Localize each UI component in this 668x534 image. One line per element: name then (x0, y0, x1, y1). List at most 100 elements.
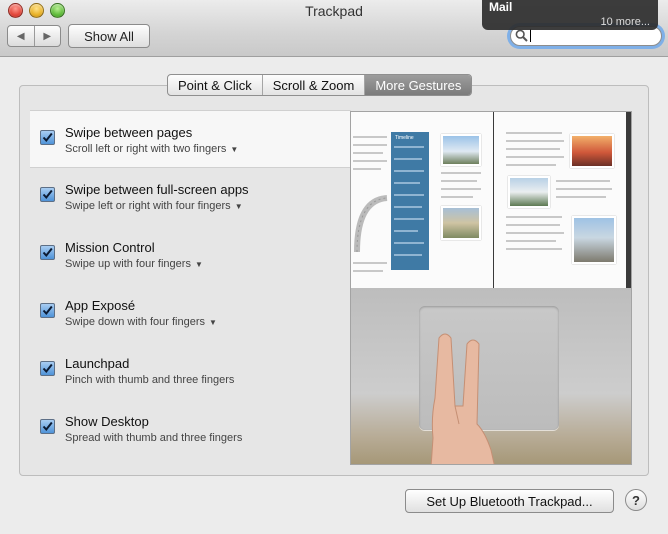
preview-book-pages: Timeline (351, 112, 631, 288)
checkmark-icon (42, 189, 53, 200)
popup-arrow-icon[interactable]: ▼ (235, 202, 243, 211)
gesture-subtitle: Scroll left or right with two fingers (65, 143, 227, 155)
show-all-button[interactable]: Show All (68, 24, 150, 48)
timeline-heading: Timeline (395, 135, 414, 141)
text-line (353, 136, 387, 138)
checkbox-swipe-between-full-screen-apps[interactable] (40, 187, 55, 202)
gesture-list: Swipe between pages Scroll left or right… (30, 110, 371, 458)
gesture-title: Swipe between full-screen apps (65, 182, 249, 197)
bridge-photo (441, 134, 481, 166)
text-line (394, 158, 422, 160)
gesture-title: Launchpad (65, 356, 130, 371)
gesture-title: App Exposé (65, 298, 136, 313)
preview-right-page (494, 112, 626, 288)
text-line (441, 188, 481, 190)
gesture-preview: Timeline (350, 111, 632, 465)
hand-fingers-illustration (430, 333, 495, 464)
tab-bar: Point & Click Scroll & Zoom More Gesture… (167, 74, 473, 96)
text-line (506, 140, 564, 142)
gesture-launchpad[interactable]: Launchpad Pinch with thumb and three fin… (30, 342, 350, 400)
gesture-subtitle-row: Scroll left or right with two fingers ▼ (65, 143, 350, 155)
gesture-swipe-between-pages[interactable]: Swipe between pages Scroll left or right… (30, 110, 371, 168)
tab-point-and-click[interactable]: Point & Click (168, 75, 263, 95)
arch-diagram (354, 195, 388, 253)
back-forward-control: ◀ ▶ (7, 25, 61, 47)
text-line (353, 262, 387, 264)
preview-left-page: Timeline (351, 112, 493, 288)
checkbox-swipe-between-pages[interactable] (40, 130, 55, 145)
setup-bluetooth-trackpad-button[interactable]: Set Up Bluetooth Trackpad... (405, 489, 614, 513)
gesture-mission-control[interactable]: Mission Control Swipe up with four finge… (30, 226, 350, 284)
text-line (394, 230, 418, 232)
gesture-title: Mission Control (65, 240, 155, 255)
search-icon (515, 29, 528, 47)
checkbox-app-expose[interactable] (40, 303, 55, 318)
text-line (394, 146, 424, 148)
text-line (506, 216, 562, 218)
forward-button[interactable]: ▶ (35, 26, 61, 46)
checkbox-show-desktop[interactable] (40, 419, 55, 434)
text-line (394, 170, 424, 172)
text-line (506, 164, 556, 166)
gesture-show-desktop[interactable]: Show Desktop Spread with thumb and three… (30, 400, 350, 458)
checkmark-icon (42, 305, 53, 316)
gesture-app-expose[interactable]: App Exposé Swipe down with four fingers ▼ (30, 284, 350, 342)
notification-more-link[interactable]: 10 more... (600, 16, 650, 28)
text-line (394, 218, 424, 220)
preview-trackpad-area (351, 288, 631, 464)
text-line (394, 254, 422, 256)
back-icon: ◀ (16, 30, 25, 42)
text-line (506, 156, 564, 158)
text-line (394, 194, 424, 196)
checkmark-icon (42, 363, 53, 374)
bridge-photo (570, 134, 614, 168)
text-caret (530, 29, 531, 42)
gesture-subtitle: Swipe down with four fingers (65, 316, 206, 328)
popup-arrow-icon[interactable]: ▼ (209, 318, 217, 327)
help-button[interactable]: ? (625, 489, 647, 511)
timeline-sidebar (391, 132, 429, 270)
text-line (441, 172, 481, 174)
gesture-subtitle: Spread with thumb and three fingers (65, 432, 243, 444)
popup-arrow-icon[interactable]: ▼ (230, 145, 238, 154)
gesture-subtitle: Swipe up with four fingers (65, 258, 191, 270)
bridge-photo (508, 176, 550, 208)
text-line (353, 160, 387, 162)
text-line (506, 232, 564, 234)
gesture-subtitle-row: Swipe down with four fingers ▼ (65, 316, 350, 328)
text-line (441, 196, 473, 198)
text-line (353, 270, 383, 272)
text-line (353, 152, 383, 154)
back-button[interactable]: ◀ (8, 26, 35, 46)
gesture-subtitle-row: Swipe left or right with four fingers ▼ (65, 200, 350, 212)
text-line (441, 180, 477, 182)
tab-scroll-and-zoom[interactable]: Scroll & Zoom (263, 75, 366, 95)
text-line (556, 196, 606, 198)
text-line (506, 148, 560, 150)
checkbox-mission-control[interactable] (40, 245, 55, 260)
text-line (506, 224, 560, 226)
popup-arrow-icon[interactable]: ▼ (195, 260, 203, 269)
text-line (353, 144, 387, 146)
forward-icon: ▶ (43, 30, 52, 42)
checkmark-icon (42, 132, 53, 143)
gesture-subtitle: Swipe left or right with four fingers (65, 200, 231, 212)
tab-more-gestures[interactable]: More Gestures (365, 75, 472, 95)
text-line (506, 248, 562, 250)
text-line (556, 188, 612, 190)
checkmark-icon (42, 247, 53, 258)
bridge-photo (441, 206, 481, 240)
mail-notification[interactable]: Mail 10 more... (482, 0, 658, 30)
notification-app-name: Mail (489, 0, 513, 14)
text-line (506, 240, 556, 242)
gesture-subtitle-row: Swipe up with four fingers ▼ (65, 258, 350, 270)
tower-bridge-photo (572, 216, 616, 264)
checkbox-launchpad[interactable] (40, 361, 55, 376)
checkmark-icon (42, 421, 53, 432)
gesture-subtitle: Pinch with thumb and three fingers (65, 374, 235, 386)
gesture-title: Show Desktop (65, 414, 149, 429)
text-line (353, 168, 381, 170)
gesture-swipe-between-full-screen-apps[interactable]: Swipe between full-screen apps Swipe lef… (30, 168, 350, 226)
text-line (394, 206, 422, 208)
text-line (506, 132, 562, 134)
